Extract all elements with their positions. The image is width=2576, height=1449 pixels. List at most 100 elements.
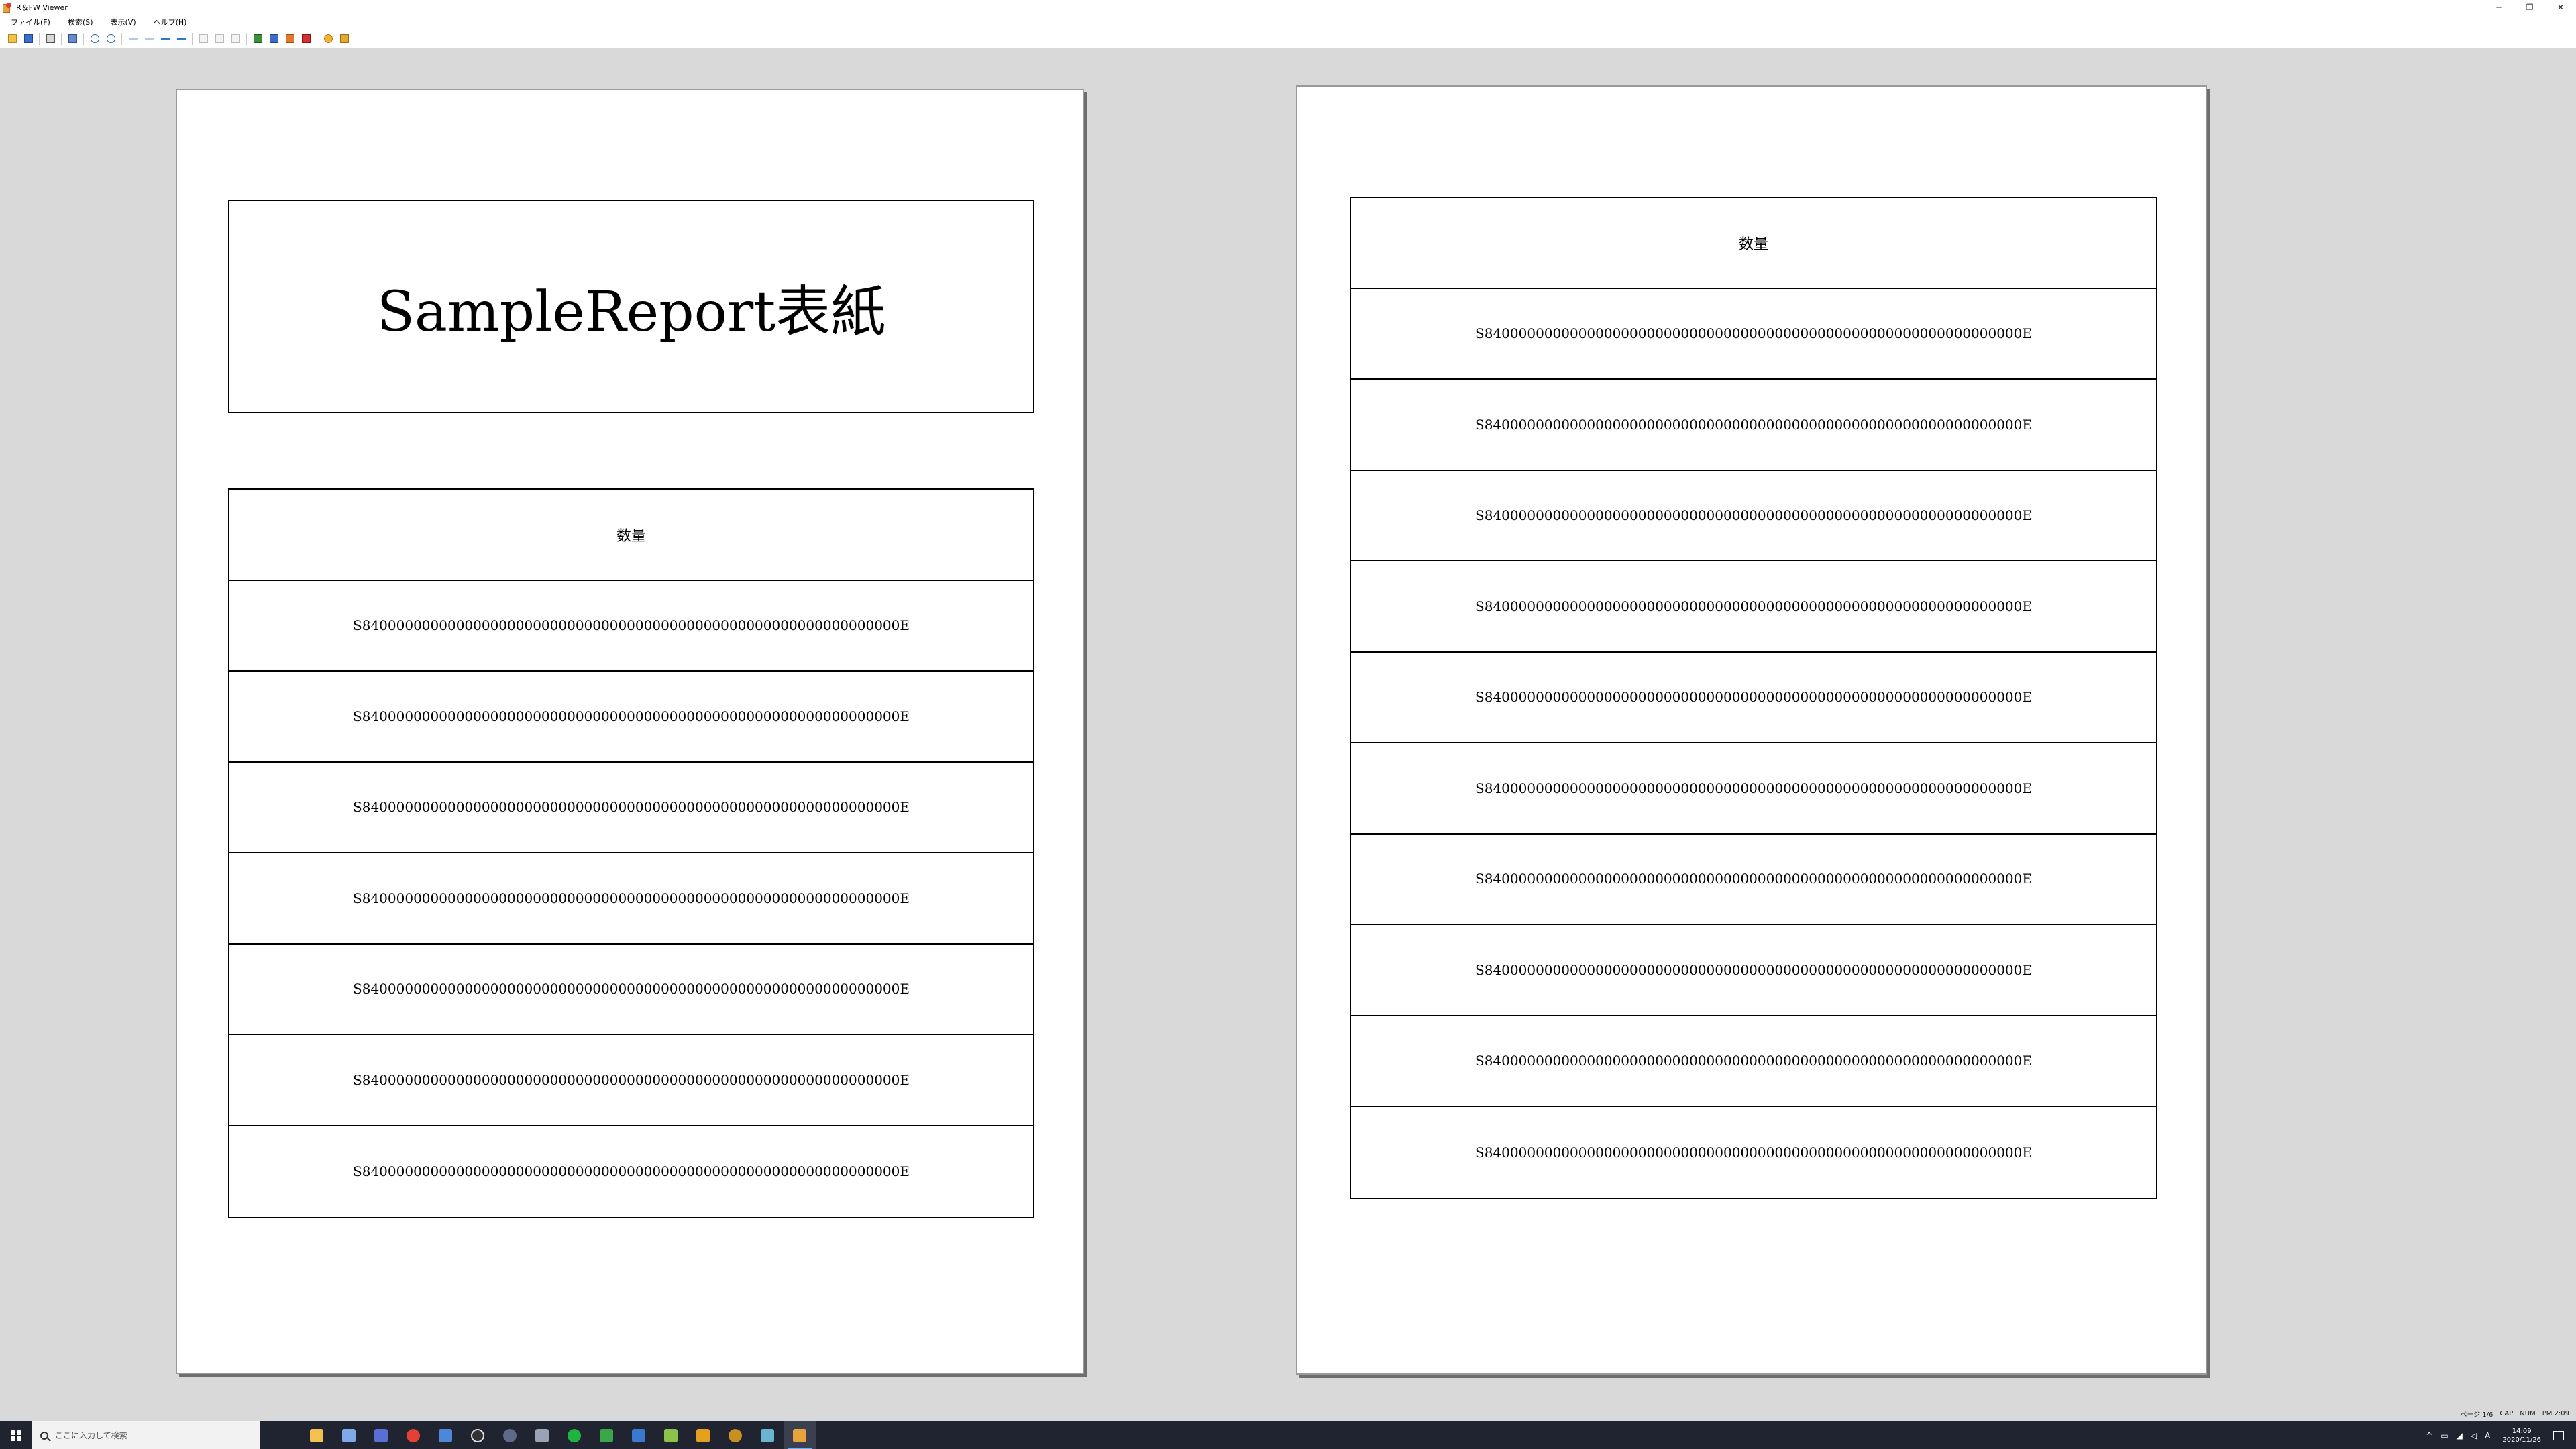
toolbar-separator: [121, 32, 122, 45]
taskbar-app-6[interactable]: [462, 1421, 494, 1449]
taskbar-app-7[interactable]: [494, 1421, 526, 1449]
export-d-button[interactable]: [299, 32, 313, 46]
taskbar-app-13[interactable]: [687, 1421, 719, 1449]
maximize-button[interactable]: ❐: [2514, 0, 2545, 15]
export-icon: [301, 34, 311, 43]
table-cell: S840000000000000000000000000000000000000…: [1475, 598, 2032, 614]
table-cell: S840000000000000000000000000000000000000…: [1475, 1144, 2032, 1161]
go-forward-button[interactable]: [213, 32, 226, 46]
table-header-quantity: 数量: [1738, 235, 1768, 253]
quantity-table: 数量 S840000000000000000000000000000000000…: [1350, 197, 2157, 1199]
menu-view[interactable]: 表示(V): [108, 17, 139, 28]
taskbar-app-notepad[interactable]: [333, 1421, 365, 1449]
save-button[interactable]: [21, 32, 35, 46]
export-c-button[interactable]: [283, 32, 297, 46]
app-icon: [471, 1428, 484, 1442]
window-controls: ─ ❐ ✕: [2483, 0, 2576, 15]
page-layout-button[interactable]: [66, 32, 79, 46]
table-row: S840000000000000000000000000000000000000…: [229, 1126, 1033, 1218]
clock-app-icon: [729, 1428, 742, 1442]
export-a-button[interactable]: [251, 32, 264, 46]
menu-file[interactable]: ファイル(F): [8, 17, 53, 28]
close-button[interactable]: ✕: [2545, 0, 2576, 15]
zoom-out-button[interactable]: [104, 32, 117, 46]
system-tray: ^ ▭ ◢ ◁ A 14:09 2020/11/26: [2422, 1421, 2576, 1449]
status-num: NUM: [2520, 1409, 2536, 1417]
info-button[interactable]: [321, 32, 335, 46]
export-icon: [285, 34, 294, 43]
document-preview-area[interactable]: SampleReport表紙 数量 S840000000000000000000…: [0, 49, 2576, 1405]
open-button[interactable]: [5, 32, 19, 46]
status-caps: CAP: [2500, 1409, 2514, 1417]
exit-icon: [339, 34, 349, 43]
tray-overflow-chevron[interactable]: ^: [2426, 1431, 2432, 1440]
table-row: S840000000000000000000000000000000000000…: [1351, 743, 2156, 835]
clock-time: 14:09: [2512, 1427, 2532, 1435]
windows-logo-icon: [11, 1430, 21, 1441]
export-b-button[interactable]: [267, 32, 280, 46]
table-cell: S840000000000000000000000000000000000000…: [1475, 871, 2032, 888]
clock-date: 2020/11/26: [2502, 1436, 2541, 1444]
exit-button[interactable]: [337, 32, 351, 46]
taskbar-app-3[interactable]: [365, 1421, 397, 1449]
taskbar-app-8[interactable]: [526, 1421, 558, 1449]
line-icon: [568, 1428, 581, 1442]
volume-icon[interactable]: ◁: [2471, 1431, 2477, 1440]
title-bar: R＆FW Viewer ─ ❐ ✕: [0, 0, 2576, 15]
table-row: S840000000000000000000000000000000000000…: [1351, 471, 2156, 561]
minimize-button[interactable]: ─: [2483, 0, 2514, 15]
open-icon: [7, 34, 17, 43]
next-page-button[interactable]: [158, 32, 172, 46]
taskbar-app-5[interactable]: [429, 1421, 462, 1449]
first-page-button[interactable]: [126, 32, 140, 46]
mail-icon: [632, 1428, 645, 1442]
table-row: S840000000000000000000000000000000000000…: [229, 1035, 1033, 1126]
taskbar-app-12[interactable]: [655, 1421, 687, 1449]
menu-help[interactable]: ヘルプ(H): [151, 17, 190, 28]
zoom-in-button[interactable]: [88, 32, 101, 46]
taskbar-app-chrome[interactable]: [397, 1421, 429, 1449]
table-row: S840000000000000000000000000000000000000…: [1351, 835, 2156, 925]
last-page-button[interactable]: [174, 32, 188, 46]
status-page-indicator: ページ 1/6: [2460, 1411, 2493, 1419]
ime-indicator[interactable]: A: [2485, 1431, 2490, 1440]
chrome-icon: [407, 1428, 420, 1442]
page-settings-icon: [231, 34, 240, 43]
taskbar-app-rfw-viewer[interactable]: [784, 1421, 816, 1449]
table-cell: S840000000000000000000000000000000000000…: [1475, 780, 2032, 796]
table-row: S840000000000000000000000000000000000000…: [229, 763, 1033, 853]
table-header-quantity: 数量: [616, 527, 646, 545]
start-button[interactable]: [0, 1421, 32, 1449]
menu-bar: ファイル(F) 検索(S) 表示(V) ヘルプ(H): [0, 15, 2576, 30]
taskbar-app-10[interactable]: [590, 1421, 623, 1449]
taskbar-app-14[interactable]: [719, 1421, 751, 1449]
go-back-button[interactable]: [197, 32, 210, 46]
menu-search[interactable]: 検索(S): [65, 17, 96, 28]
taskbar-app-15[interactable]: [751, 1421, 784, 1449]
taskbar-app-file-explorer[interactable]: [301, 1421, 333, 1449]
taskbar-app-line[interactable]: [558, 1421, 590, 1449]
table-cell: S840000000000000000000000000000000000000…: [1475, 689, 2032, 706]
report-page-1: SampleReport表紙 数量 S840000000000000000000…: [176, 89, 1084, 1374]
page-layout-icon: [68, 34, 77, 43]
table-cell: S840000000000000000000000000000000000000…: [353, 617, 910, 634]
taskbar-app-mail[interactable]: [623, 1421, 655, 1449]
app-icon: [761, 1428, 774, 1442]
taskbar-search-box[interactable]: ここに入力して検索: [32, 1421, 260, 1449]
page-settings-button[interactable]: [229, 32, 242, 46]
table-cell: S840000000000000000000000000000000000000…: [353, 708, 910, 724]
table-row: S840000000000000000000000000000000000000…: [1351, 925, 2156, 1016]
print-button[interactable]: [44, 32, 57, 46]
notification-icon[interactable]: [2553, 1430, 2564, 1440]
table-row: S840000000000000000000000000000000000000…: [1351, 653, 2156, 743]
export-icon: [269, 34, 278, 43]
search-app-icon: [503, 1428, 517, 1442]
battery-icon[interactable]: ▭: [2440, 1431, 2448, 1440]
previous-page-button[interactable]: [142, 32, 156, 46]
network-icon[interactable]: ◢: [2457, 1431, 2463, 1440]
rfw-viewer-icon: [793, 1428, 806, 1442]
taskbar-clock[interactable]: 14:09 2020/11/26: [2502, 1427, 2541, 1444]
taskbar: ここに入力して検索 ^ ▭ ◢ ◁ A 14:09 2020/11/26: [0, 1421, 2576, 1449]
folder-icon: [310, 1428, 323, 1442]
taskbar-apps: [301, 1421, 816, 1449]
